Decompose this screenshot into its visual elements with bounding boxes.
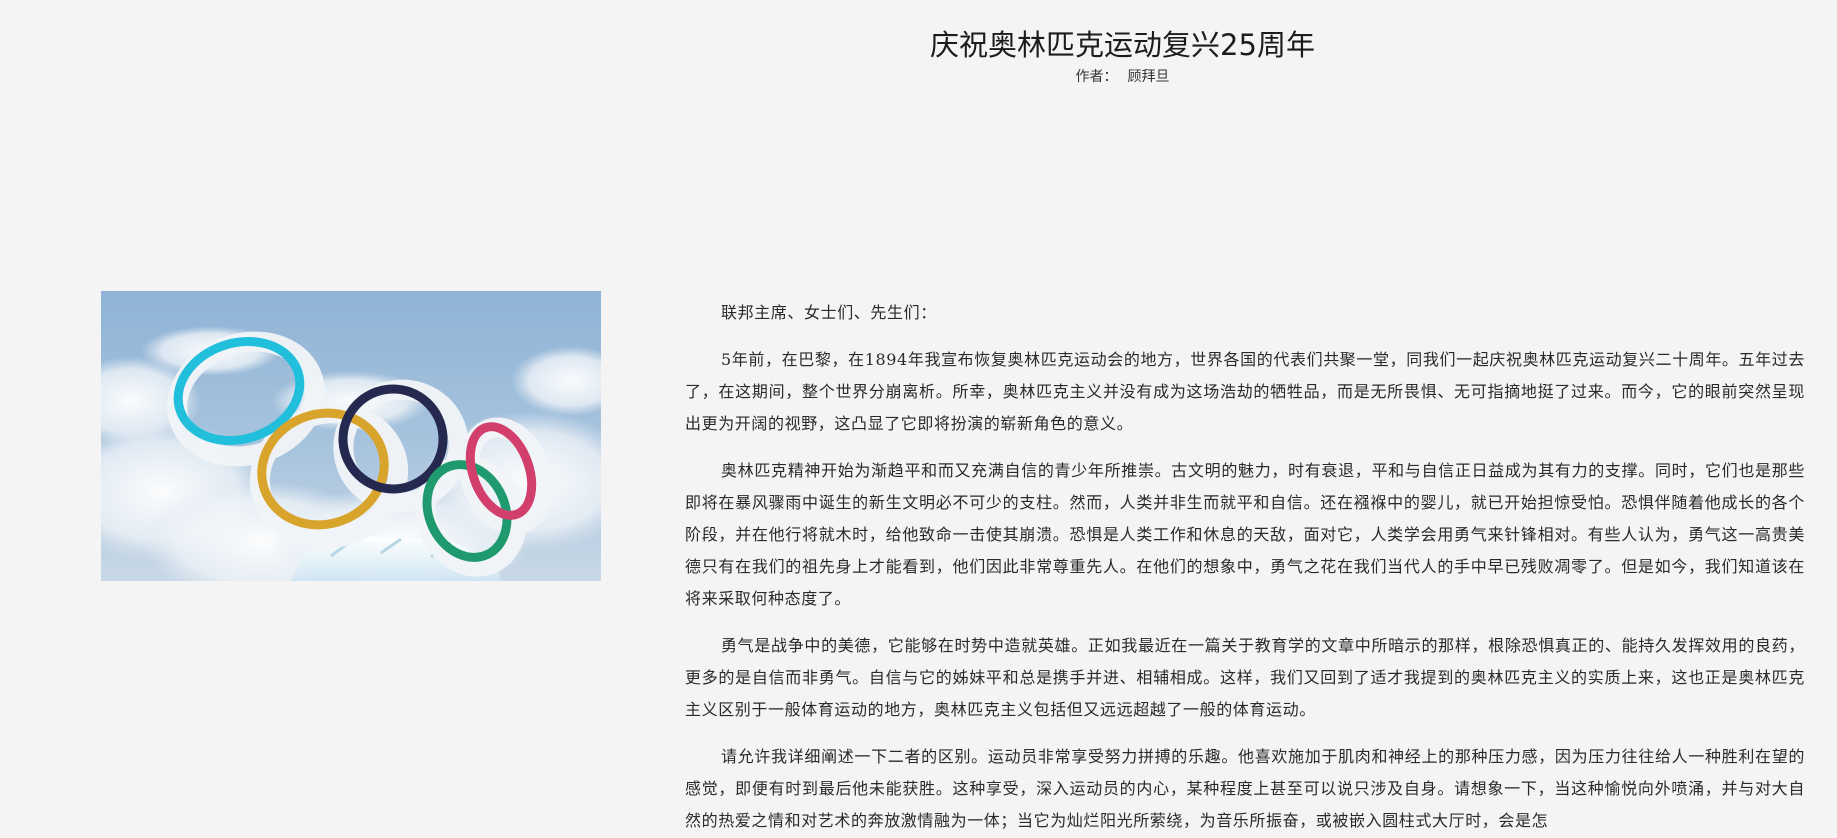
author-name: 顾拜旦 [1127, 69, 1170, 85]
byline: 作者： 顾拜旦 [0, 66, 1837, 86]
article-body: 联邦主席、女士们、先生们： 5年前，在巴黎，在1894年我宣布恢复奥林匹克运动会… [685, 297, 1805, 838]
olympic-rings-image [101, 291, 601, 581]
article-title: 庆祝奥林匹克运动复兴25周年 [930, 28, 1315, 62]
paragraph: 勇气是战争中的美德，它能够在时势中造就英雄。正如我最近在一篇关于教育学的文章中所… [685, 636, 1805, 719]
article-page: 庆祝奥林匹克运动复兴25周年 作者： 顾拜旦 联邦主席、女士们、先生们： 5年前… [0, 0, 1837, 838]
paragraph-salutation: 联邦主席、女士们、先生们： [721, 303, 937, 322]
paragraph: 请允许我详细阐述一下二者的区别。运动员非常享受努力拼搏的乐趣。他喜欢施加于肌肉和… [685, 747, 1805, 830]
paragraph: 5年前，在巴黎，在1894年我宣布恢复奥林匹克运动会的地方，世界各国的代表们共聚… [685, 350, 1805, 433]
author-label: 作者： [1075, 69, 1118, 85]
olympic-rings-photo-icon [101, 291, 601, 581]
paragraph: 奥林匹克精神开始为渐趋平和而又充满自信的青少年所推崇。古文明的魅力，时有衰退，平… [685, 461, 1805, 608]
